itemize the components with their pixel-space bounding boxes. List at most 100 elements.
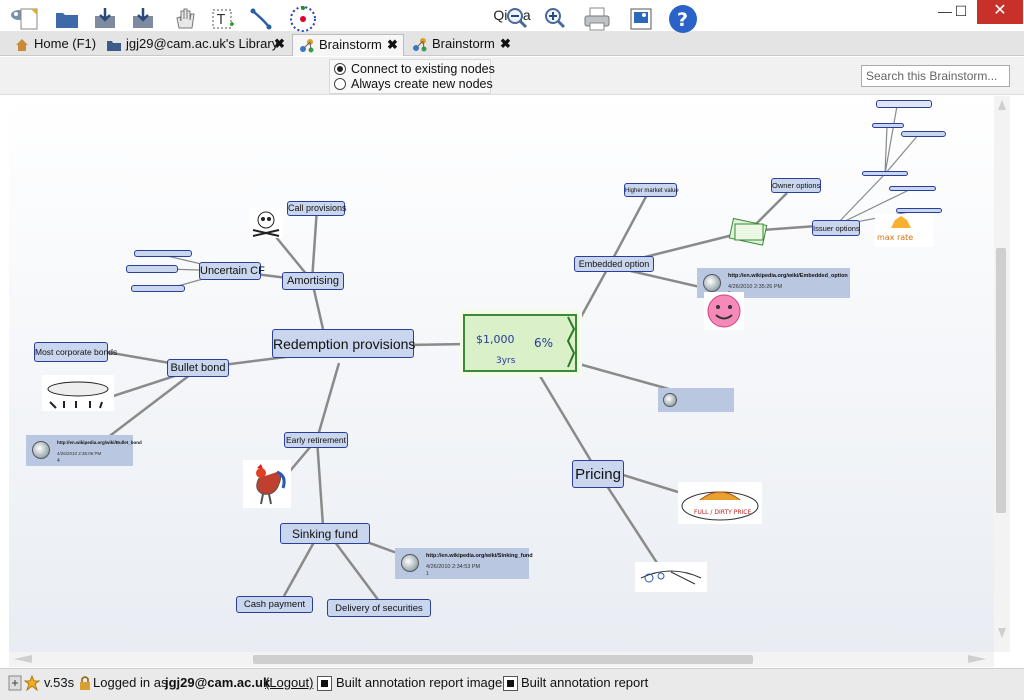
rooster-image[interactable] xyxy=(243,460,291,508)
tab-library[interactable]: jgj29@cam.ac.uk's Library ✖ xyxy=(100,34,290,56)
star-icon[interactable] xyxy=(24,675,40,691)
wiki-card-sinking-fund[interactable]: http://en.wikipedia.org/wiki/Sinking_fun… xyxy=(395,548,533,579)
vertical-scroll-thumb[interactable] xyxy=(996,248,1006,513)
radio-selected-icon xyxy=(334,63,346,75)
status-bar: v.53s Logged in as jgj29@cam.ac.uk (Logo… xyxy=(0,668,1024,700)
money-bills-image[interactable] xyxy=(727,216,772,250)
mode-create-label: Always create new nodes xyxy=(351,77,493,91)
mode-connect-radio[interactable]: Connect to existing nodes xyxy=(334,62,495,76)
hand-pan-icon[interactable] xyxy=(170,4,200,34)
node-amortising[interactable]: Amortising xyxy=(282,272,344,290)
open-folder-icon[interactable] xyxy=(52,4,82,34)
save-as-icon[interactable] xyxy=(128,4,158,34)
wiki-card-bullet-bond[interactable]: http://en.wikipedia.org/wiki/Bullet_bond… xyxy=(26,435,142,466)
node-sinking-fund[interactable]: Sinking fund xyxy=(280,523,370,544)
node-tiny-3[interactable] xyxy=(131,285,185,292)
zoom-out-icon[interactable] xyxy=(502,4,532,34)
scroll-down-icon[interactable] xyxy=(997,626,1007,640)
brainstorm-icon xyxy=(413,38,427,52)
brainstorm-search-input[interactable]: Search this Brainstorm... xyxy=(861,65,1010,87)
home-icon xyxy=(16,39,28,51)
node-tiny-9[interactable] xyxy=(896,208,942,213)
wiki-card-number: 4 xyxy=(57,458,60,464)
node-redemption-provisions[interactable]: Redemption provisions xyxy=(272,329,415,358)
maximize-button[interactable]: ☐ xyxy=(946,0,976,24)
logout-link[interactable]: (Logout) xyxy=(265,675,313,690)
export-image-icon[interactable] xyxy=(626,4,656,34)
node-most-corporate-bonds[interactable]: Most corporate bonds xyxy=(34,342,117,362)
tab-library-close-icon[interactable]: ✖ xyxy=(274,34,285,54)
new-note-icon[interactable] xyxy=(15,4,45,34)
node-issuer-options[interactable]: Issuer options xyxy=(812,220,860,236)
print-icon[interactable] xyxy=(582,4,612,34)
bond-years: 3yrs xyxy=(496,356,516,366)
node-tiny-1[interactable] xyxy=(134,250,192,257)
help-icon[interactable]: ? xyxy=(667,3,699,35)
scroll-left-icon[interactable] xyxy=(12,654,34,664)
wikipedia-globe-icon xyxy=(401,554,419,572)
brainstorm-icon xyxy=(300,39,314,53)
scroll-right-icon[interactable] xyxy=(966,654,988,664)
logged-in-label: Logged in as xyxy=(93,675,168,690)
wiki-card-date: 4/26/2010 2:34:53 PM xyxy=(426,564,481,570)
connector-icon[interactable] xyxy=(246,4,276,34)
auto-arrange-icon[interactable] xyxy=(288,4,318,34)
save-icon[interactable] xyxy=(90,4,120,34)
radio-unselected-icon xyxy=(334,78,346,90)
price-tag-sketch-image[interactable] xyxy=(635,562,707,592)
wiki-card-date: 4/26/2010 2:35:06 PM xyxy=(57,451,102,456)
node-embedded-option[interactable]: Embedded option xyxy=(574,256,654,272)
svg-text:?: ? xyxy=(677,9,688,31)
wiki-card-small[interactable] xyxy=(658,388,734,412)
node-uncertain-cf[interactable]: Uncertain CF xyxy=(199,262,265,280)
wiki-card-date: 4/26/2010 2:35:26 PM xyxy=(728,284,783,290)
task-report-images: Built annotation report images xyxy=(336,675,509,690)
horizontal-scroll-thumb[interactable] xyxy=(253,655,753,664)
wikipedia-globe-icon xyxy=(32,441,50,459)
close-button[interactable]: ✕ xyxy=(977,0,1023,24)
max-rate-image[interactable]: max rate xyxy=(875,214,933,247)
dirty-price-image[interactable]: FULL / DIRTY PRICE xyxy=(678,482,762,524)
bullet-sketch-image[interactable] xyxy=(42,375,114,411)
tab-brainstorm-2-close-icon[interactable]: ✖ xyxy=(500,34,511,54)
node-tiny-8[interactable] xyxy=(889,186,936,191)
folder-icon xyxy=(107,41,121,51)
task-status-icon xyxy=(503,676,518,691)
node-tiny-5[interactable] xyxy=(872,123,904,128)
node-call-provisions[interactable]: Call provisions xyxy=(287,201,347,216)
node-tiny-4[interactable] xyxy=(876,100,932,108)
smiley-face-image[interactable] xyxy=(704,292,744,330)
node-owner-options[interactable]: Owner options xyxy=(771,178,821,193)
tab-home[interactable]: Home (F1) xyxy=(8,34,96,56)
node-pricing[interactable]: Pricing xyxy=(572,460,624,488)
connection-mode-group: Connect to existing nodes Always create … xyxy=(329,59,495,94)
svg-text:T: T xyxy=(216,13,225,28)
skull-crossbones-image[interactable] xyxy=(249,208,283,238)
pin-icon[interactable] xyxy=(8,675,22,691)
tab-brainstorm-active[interactable]: Brainstorm ✖ xyxy=(292,34,404,56)
node-tiny-2[interactable] xyxy=(126,265,178,273)
node-cash-payment[interactable]: Cash payment xyxy=(236,596,313,613)
brainstorm-canvas[interactable]: $1,000 6% 3yrs Redemption provisions Amo… xyxy=(9,96,994,652)
node-delivery-of-securities[interactable]: Delivery of securities xyxy=(327,599,431,617)
tab-brainstorm-2[interactable]: Brainstorm ✖ xyxy=(406,34,518,56)
node-higher-market-value[interactable]: Higher market value xyxy=(624,183,679,197)
node-bullet-bond[interactable]: Bullet bond xyxy=(167,359,229,377)
bond-certificate-image[interactable]: $1,000 6% 3yrs xyxy=(460,309,582,377)
bond-note-value: $1,000 xyxy=(476,333,515,346)
tab-strip: Home (F1) jgj29@cam.ac.uk's Library ✖ Br… xyxy=(0,32,1024,56)
wikipedia-globe-icon xyxy=(663,393,677,407)
scroll-up-icon[interactable] xyxy=(997,98,1007,112)
wiki-card-url: http://en.wikipedia.org/wiki/Sinking_fun… xyxy=(426,553,533,559)
node-tiny-6[interactable] xyxy=(901,131,946,137)
task-report: Built annotation report xyxy=(521,675,649,690)
node-early-retirement[interactable]: Early retirement xyxy=(284,432,348,448)
node-tiny-7[interactable] xyxy=(862,171,908,176)
tab-library-label: jgj29@cam.ac.uk's Library xyxy=(126,36,279,51)
version-text: v.53s xyxy=(44,675,75,690)
add-text-icon[interactable]: T xyxy=(208,4,238,34)
tab-brainstorm-close-icon[interactable]: ✖ xyxy=(387,35,398,55)
tab-brainstorm-2-label: Brainstorm xyxy=(432,36,495,51)
mode-create-radio[interactable]: Always create new nodes xyxy=(334,77,493,91)
zoom-in-icon[interactable] xyxy=(540,4,570,34)
